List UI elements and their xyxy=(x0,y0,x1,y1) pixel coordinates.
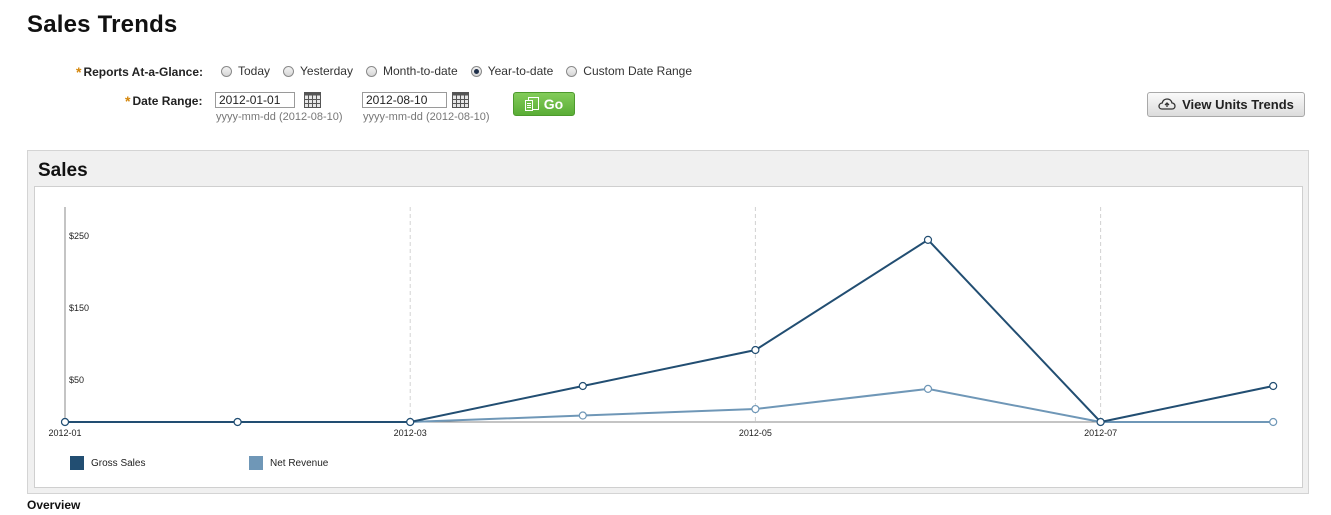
cloud-arrow-icon xyxy=(1158,98,1176,110)
data-point xyxy=(923,235,933,244)
radio-button-selected[interactable] xyxy=(470,65,482,77)
radio-month-to-date[interactable]: Month-to-date xyxy=(365,64,458,78)
legend-label: Net Revenue xyxy=(270,457,329,469)
series-line-gross-sales xyxy=(65,238,1274,424)
start-date-input[interactable] xyxy=(215,92,295,108)
data-point xyxy=(1269,381,1278,391)
legend-swatch xyxy=(249,456,263,470)
required-marker: * xyxy=(125,93,131,109)
data-point xyxy=(578,381,587,391)
report-icon xyxy=(524,97,539,111)
x-tick-label: 2012-07 xyxy=(1084,428,1117,438)
radio-yesterday[interactable]: Yesterday xyxy=(283,64,353,78)
sales-chart: $250 $150 $50 2012-01 2012-03 2012-05 2012-07 … xyxy=(34,186,1303,488)
radio-label: Today xyxy=(238,64,271,78)
view-units-trends-label: View Units Trends xyxy=(1182,97,1294,112)
end-date-hint: yyyy-mm-dd (2012-08-10) xyxy=(363,111,490,123)
data-point xyxy=(406,417,415,427)
series-line-net-revenue xyxy=(65,387,1274,423)
required-marker: * xyxy=(76,64,82,80)
radio-button[interactable] xyxy=(221,65,232,77)
x-tick-label: 2012-03 xyxy=(394,428,427,438)
x-tick-label: 2012-05 xyxy=(739,428,772,438)
radio-button[interactable] xyxy=(566,65,578,77)
y-tick-label: $150 xyxy=(69,303,89,313)
data-point xyxy=(233,417,242,427)
sales-panel: Sales $250 $150 $50 2012-01 2012-03 2012-05 20… xyxy=(27,150,1309,494)
data-point xyxy=(1096,417,1105,427)
radio-label: Yesterday xyxy=(300,64,353,78)
date-range-label: Date Range: xyxy=(132,94,203,108)
calendar-icon[interactable] xyxy=(452,92,469,108)
data-point xyxy=(578,411,587,420)
radio-label: Custom Date Range xyxy=(583,64,693,78)
reports-at-a-glance-label: Reports At-a-Glance: xyxy=(83,65,204,79)
data-point xyxy=(60,417,70,427)
data-point xyxy=(923,384,933,393)
radio-today[interactable]: Today xyxy=(221,64,270,78)
view-units-trends-button[interactable]: View Units Trends xyxy=(1147,92,1305,117)
legend-item-gross-sales[interactable]: Gross Sales xyxy=(70,456,145,470)
radio-custom-date-range[interactable]: Custom Date Range xyxy=(566,64,692,78)
radio-button[interactable] xyxy=(283,65,295,77)
legend-label: Gross Sales xyxy=(91,457,146,469)
go-button[interactable]: Go xyxy=(513,92,575,116)
radio-label: Month-to-date xyxy=(382,64,458,78)
date-range-row: * Date Range: xyxy=(125,92,202,110)
y-tick-label: $250 xyxy=(69,231,89,241)
data-point xyxy=(1269,417,1278,427)
legend-swatch xyxy=(70,456,84,470)
report-period-radio-group: Today Yesterday Month-to-date Year-to-da… xyxy=(221,64,705,78)
end-date-input[interactable] xyxy=(362,92,447,108)
reports-at-a-glance-row: * Reports At-a-Glance: xyxy=(76,64,203,80)
data-point xyxy=(751,404,760,414)
radio-label: Year-to-date xyxy=(487,64,554,78)
panel-title: Sales xyxy=(38,160,88,181)
start-date-hint: yyyy-mm-dd (2012-08-10) xyxy=(216,111,343,123)
calendar-icon[interactable] xyxy=(304,92,321,108)
data-point xyxy=(751,345,760,355)
y-tick-label: $50 xyxy=(69,375,84,385)
legend-item-net-revenue[interactable]: Net Revenue xyxy=(249,456,328,470)
radio-year-to-date[interactable]: Year-to-date xyxy=(470,64,554,78)
page-title: Sales Trends xyxy=(27,11,178,38)
radio-button[interactable] xyxy=(365,65,377,77)
go-button-label: Go xyxy=(543,96,564,112)
sales-line-chart: $250 $150 $50 2012-01 2012-03 2012-05 2012-07 xyxy=(48,207,1278,438)
overview-heading: Overview xyxy=(27,498,81,512)
x-tick-label: 2012-01 xyxy=(48,428,81,438)
